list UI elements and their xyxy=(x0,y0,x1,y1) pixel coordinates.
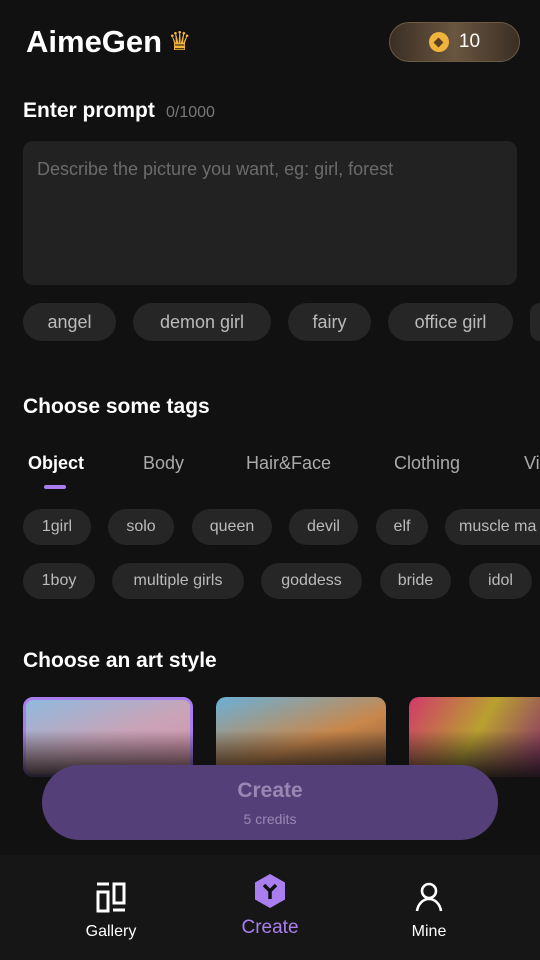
coin-icon xyxy=(428,32,449,52)
tag-chip[interactable]: bride xyxy=(380,563,451,599)
tab-clothing[interactable]: Clothing xyxy=(394,453,460,474)
tag-chip[interactable]: solo xyxy=(108,509,174,545)
tab-hair-face[interactable]: Hair&Face xyxy=(246,453,331,474)
example-chip[interactable]: angel xyxy=(23,303,116,341)
nav-mine-label: Mine xyxy=(411,923,447,940)
example-chip[interactable]: fairy xyxy=(288,303,371,341)
crown-icon: ♛ xyxy=(168,26,192,56)
tag-chip[interactable]: devil xyxy=(289,509,358,545)
prompt-input[interactable] xyxy=(23,141,517,285)
tab-more[interactable]: Vi xyxy=(524,453,540,474)
nav-gallery-label: Gallery xyxy=(85,923,137,940)
nav-mine[interactable]: Mine xyxy=(359,855,499,960)
tags-label: Choose some tags xyxy=(23,395,210,418)
example-chip[interactable]: demon girl xyxy=(133,303,271,341)
tag-chip[interactable]: multiple girls xyxy=(112,563,244,599)
prompt-label: Enter prompt xyxy=(23,99,155,122)
example-chip-partial[interactable] xyxy=(530,303,540,341)
example-chip[interactable]: office girl xyxy=(388,303,513,341)
bottom-nav: Gallery Create Mine xyxy=(0,855,540,960)
tag-chip[interactable]: muscle ma xyxy=(445,509,540,545)
app-title: AimeGen xyxy=(26,24,163,59)
tab-body[interactable]: Body xyxy=(143,453,184,474)
prompt-char-count: 0/1000 xyxy=(166,104,215,121)
tag-chip[interactable]: elf xyxy=(376,509,428,545)
tag-chip[interactable]: goddess xyxy=(261,563,362,599)
tab-object[interactable]: Object xyxy=(28,453,84,474)
tag-chip[interactable]: 1girl xyxy=(23,509,91,545)
create-button[interactable]: Create 5 credits xyxy=(42,765,498,840)
credits-badge[interactable]: 10 xyxy=(389,22,520,62)
user-icon xyxy=(415,882,443,912)
tag-chip[interactable]: idol xyxy=(469,563,532,599)
nav-create-label: Create xyxy=(241,917,299,938)
tag-chip[interactable]: queen xyxy=(192,509,272,545)
create-button-label: Create xyxy=(237,778,303,802)
create-cost: 5 credits xyxy=(243,810,297,827)
nav-gallery[interactable]: Gallery xyxy=(41,855,181,960)
credits-count: 10 xyxy=(458,31,481,52)
nav-create[interactable]: Create xyxy=(200,855,340,960)
tag-chip[interactable]: 1boy xyxy=(23,563,95,599)
art-style-label: Choose an art style xyxy=(23,649,217,672)
active-tab-indicator xyxy=(44,485,66,489)
create-cube-icon xyxy=(255,874,285,908)
gallery-icon xyxy=(96,882,126,913)
